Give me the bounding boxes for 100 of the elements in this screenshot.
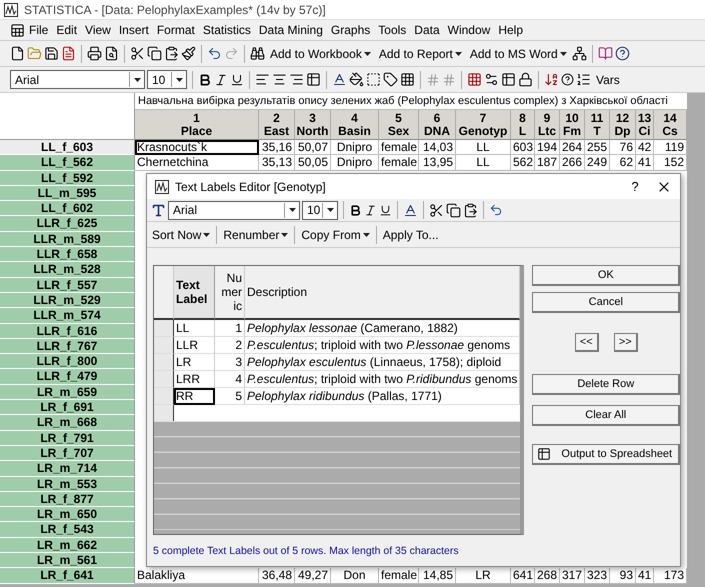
save-icon[interactable] xyxy=(44,46,59,61)
font-size-select[interactable]: 10 xyxy=(147,70,187,89)
row-header[interactable]: LL_f_592 xyxy=(0,170,135,186)
binoculars-icon[interactable] xyxy=(250,46,265,61)
border-icon[interactable] xyxy=(366,72,381,87)
grid-cell[interactable]: LL xyxy=(174,320,215,337)
help-icon[interactable] xyxy=(561,73,574,86)
settings-icon[interactable] xyxy=(484,72,499,87)
column-header[interactable]: 5 Sex xyxy=(379,110,419,140)
tag-icon[interactable] xyxy=(383,72,398,87)
book-icon[interactable] xyxy=(598,46,613,61)
paste-icon[interactable] xyxy=(164,46,179,61)
row-header[interactable]: LR_f_877 xyxy=(0,492,135,508)
bold-icon[interactable] xyxy=(198,72,212,86)
row-header[interactable]: LR_f_707 xyxy=(0,446,135,462)
column-header[interactable]: 10 Fm xyxy=(560,110,585,140)
row-header[interactable]: LLR_m_589 xyxy=(0,232,135,248)
text-color-icon[interactable] xyxy=(403,202,418,218)
row-header[interactable]: LR_m_553 xyxy=(0,476,135,492)
menu-item[interactable]: Graphs xyxy=(326,23,374,37)
row-header[interactable]: LR_m_662 xyxy=(0,538,135,554)
table-icon[interactable] xyxy=(537,446,552,461)
row-header[interactable]: LL_m_595 xyxy=(0,186,135,202)
menu-item[interactable]: Data xyxy=(410,23,444,37)
help-icon[interactable] xyxy=(614,46,630,61)
previous-button[interactable]: << xyxy=(574,332,599,352)
menu-item[interactable]: Tools xyxy=(374,23,410,37)
grid-cell[interactable]: LLR xyxy=(174,336,215,354)
column-header[interactable]: 1 Place xyxy=(135,110,259,140)
menu-item[interactable]: Edit xyxy=(52,23,82,37)
menu-item[interactable]: Help xyxy=(494,23,528,37)
menu-item[interactable]: View xyxy=(81,23,115,37)
cancel-button[interactable]: Cancel xyxy=(532,292,680,313)
spreadsheet-icon[interactable] xyxy=(10,22,25,38)
font-select[interactable]: Arial xyxy=(10,70,145,89)
italic-icon[interactable] xyxy=(214,72,228,86)
row-header[interactable]: LLR_m_574 xyxy=(0,308,135,324)
row-header[interactable]: LLR_f_625 xyxy=(0,216,135,232)
add-to-dropdown-button[interactable]: Add to Workbook xyxy=(267,46,374,60)
align-right-icon[interactable] xyxy=(289,72,304,87)
row-header[interactable]: LR_m_659 xyxy=(0,384,135,400)
menu-item[interactable]: Insert xyxy=(114,23,153,37)
grid-cell[interactable]: Pelophylax lessonae (Camerano, 1882) xyxy=(245,320,520,337)
bold-icon[interactable] xyxy=(349,204,362,217)
column-header[interactable]: 7 Genotyp xyxy=(456,110,511,140)
menu-item[interactable]: Statistics xyxy=(198,23,255,37)
pdf-icon[interactable] xyxy=(61,46,76,61)
column-header[interactable]: 6 DNA xyxy=(419,110,456,140)
grid-cell[interactable]: RR xyxy=(174,388,215,405)
list-icon[interactable] xyxy=(576,72,591,87)
underline-icon[interactable] xyxy=(379,204,392,217)
column-header[interactable]: 12 Dp xyxy=(610,110,636,140)
column-header[interactable]: 4 Basin xyxy=(331,110,379,140)
output-to-spreadsheet-button[interactable]: Output to Spreadsheet xyxy=(532,444,680,465)
row-selector[interactable] xyxy=(154,388,174,405)
row-header[interactable]: LR_m_668 xyxy=(0,415,135,431)
row-selector[interactable] xyxy=(154,370,174,388)
print-preview-icon[interactable] xyxy=(104,46,119,61)
print-icon[interactable] xyxy=(87,46,102,61)
align-left-icon[interactable] xyxy=(255,72,270,87)
grid-cell[interactable]: 1 xyxy=(215,320,245,337)
grid-cell[interactable]: P.esculentus; triploid with two P.ridibundus genoms xyxy=(245,370,520,388)
clear-all-button[interactable]: Clear All xyxy=(532,404,680,426)
grid-cell[interactable]: Pelophylax ridibundus (Pallas, 1771) xyxy=(245,388,520,405)
cut-icon[interactable] xyxy=(429,202,444,218)
new-file-icon[interactable] xyxy=(10,46,25,61)
row-selector[interactable] xyxy=(154,320,174,337)
delete-row-button[interactable]: Delete Row xyxy=(532,374,680,395)
row-selector[interactable] xyxy=(154,354,174,371)
row-header[interactable]: LR_m_650 xyxy=(0,507,135,522)
ok-button[interactable]: OK xyxy=(532,264,680,286)
menu-item[interactable]: File xyxy=(25,23,52,37)
grid-cell[interactable]: 2 xyxy=(215,336,245,354)
next-button[interactable]: >> xyxy=(614,332,638,352)
font-icon[interactable] xyxy=(151,202,166,218)
grid-cell[interactable]: 4 xyxy=(215,370,245,388)
column-header[interactable]: 9 Ltc xyxy=(535,110,560,140)
italic-icon[interactable] xyxy=(364,204,377,217)
row-header[interactable]: LR_m_561 xyxy=(0,553,135,568)
row-selector[interactable] xyxy=(154,336,174,354)
row-header[interactable]: LLR_f_616 xyxy=(0,324,135,339)
menu-item[interactable]: Window xyxy=(444,23,494,37)
align-center-icon[interactable] xyxy=(272,72,287,87)
grid-lines-icon[interactable] xyxy=(467,72,482,87)
column-header[interactable]: Description xyxy=(245,266,520,320)
table-icon[interactable] xyxy=(501,72,516,87)
grid-cell[interactable]: P.esculentus; triploid with two P.lessonae genoms xyxy=(245,336,520,354)
row-header[interactable]: LR_f_791 xyxy=(0,430,135,446)
row-header[interactable]: LLR_f_479 xyxy=(0,369,135,385)
menu-item[interactable]: Data Mining xyxy=(254,23,327,37)
grid-cell[interactable]: LR xyxy=(174,354,215,371)
column-header[interactable]: 14 Cs xyxy=(654,110,687,140)
table-settings-icon[interactable] xyxy=(306,72,321,87)
fill-color-icon[interactable] xyxy=(349,72,364,87)
row-header[interactable]: LLR_f_767 xyxy=(0,338,135,354)
font-size-select[interactable]: 10 xyxy=(302,200,338,220)
menu-button[interactable]: Sort Now xyxy=(149,228,214,242)
sort-icon[interactable] xyxy=(544,72,559,87)
row-header[interactable]: LR_f_543 xyxy=(0,522,135,538)
row-header[interactable]: LLR_f_800 xyxy=(0,354,135,370)
